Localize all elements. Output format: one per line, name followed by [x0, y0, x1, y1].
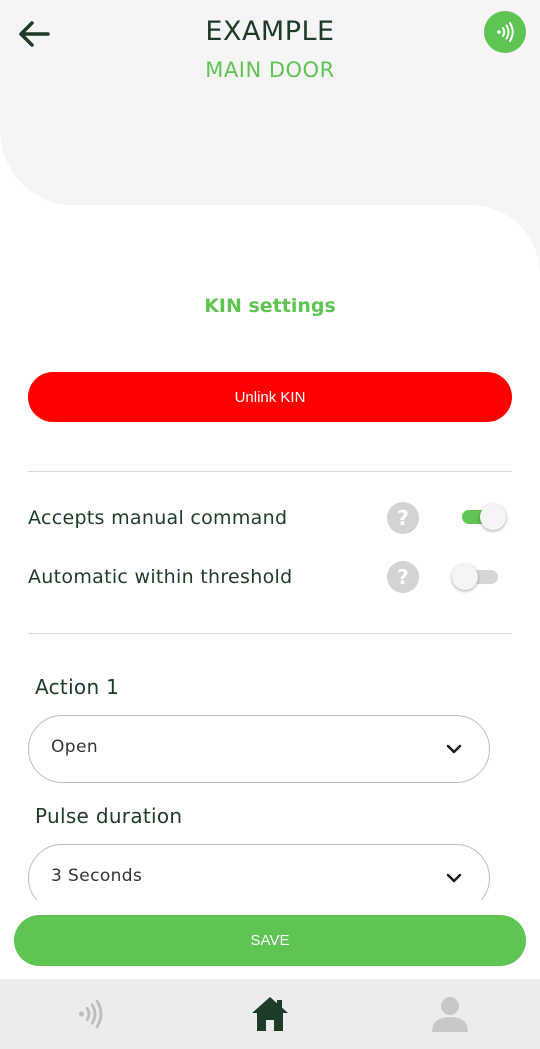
divider — [28, 633, 512, 634]
page: EXAMPLE MAIN DOOR KIN settings Unlink KI… — [0, 0, 540, 1049]
action-select-value: Open — [51, 737, 99, 757]
nav-item-nfc[interactable] — [0, 979, 180, 1049]
help-icon[interactable]: ? — [387, 561, 419, 593]
page-title: EXAMPLE — [205, 16, 335, 47]
nfc-badge[interactable] — [484, 11, 526, 53]
header-curve — [0, 130, 100, 206]
action-select[interactable]: Open — [28, 715, 490, 783]
nfc-icon — [78, 999, 103, 1029]
nav-item-profile[interactable] — [360, 979, 540, 1049]
chevron-down-icon — [446, 873, 462, 883]
section-title: KIN settings — [204, 295, 336, 317]
user-icon — [432, 997, 468, 1032]
chevron-down-icon — [446, 744, 462, 754]
toggle-thumb — [480, 504, 506, 530]
page-subtitle: MAIN DOOR — [205, 58, 335, 82]
help-icon[interactable]: ? — [387, 502, 419, 534]
manual-command-label: Accepts manual command — [28, 507, 288, 529]
manual-command-toggle[interactable] — [452, 502, 508, 532]
action-label: Action 1 — [35, 675, 120, 699]
pulse-label: Pulse duration — [35, 804, 183, 828]
nfc-icon — [497, 22, 514, 42]
pulse-select-value: 3 Seconds — [51, 866, 143, 886]
unlink-button[interactable]: Unlink KIN — [28, 372, 512, 422]
home-icon — [252, 997, 288, 1031]
automatic-threshold-label: Automatic within threshold — [28, 566, 293, 588]
divider — [28, 471, 512, 472]
toggle-thumb — [452, 564, 478, 590]
save-button[interactable]: SAVE — [14, 915, 526, 966]
automatic-threshold-toggle[interactable] — [452, 562, 508, 592]
bottom-nav — [0, 979, 540, 1049]
nav-item-home[interactable] — [180, 979, 360, 1049]
